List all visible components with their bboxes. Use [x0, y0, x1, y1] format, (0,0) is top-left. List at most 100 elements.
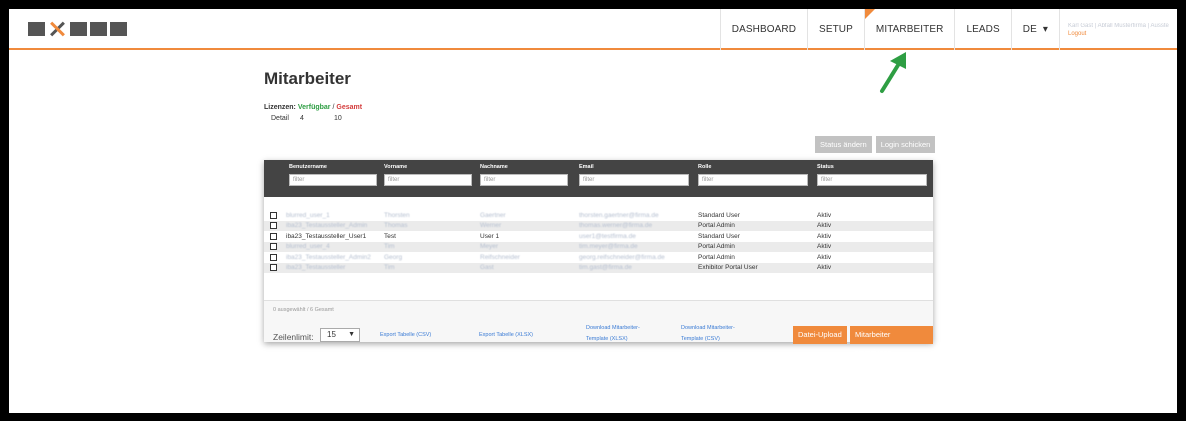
cell-firstname: Georg [384, 254, 403, 261]
table-row[interactable]: iba23_Testaussteller_Admin2 Georg Reifsc… [264, 253, 933, 263]
cell-email: thomas.werner@firma.de [579, 222, 653, 229]
chevron-down-icon: ▾ [1042, 24, 1048, 35]
license-total: 10 [334, 115, 342, 122]
cell-username: iba23_Testaussteller_Admin2 [286, 254, 371, 261]
logo-letter-x [48, 22, 67, 36]
cell-role: Standard User [698, 212, 740, 219]
row-checkbox[interactable] [270, 264, 277, 271]
chevron-down-icon: ▼ [348, 331, 355, 338]
download-template-csv-link[interactable]: Download Mitarbeiter- Template (CSV) [681, 323, 735, 345]
column-header-status[interactable]: Status [817, 164, 834, 170]
column-header-firstname[interactable]: Vorname [384, 164, 407, 170]
page-title: Mitarbeiter [264, 69, 351, 88]
license-type: Detail [271, 115, 289, 122]
cell-lastname: Werner [480, 222, 502, 229]
cell-email: user1@testfirma.de [579, 233, 636, 240]
licenses-total-label: Gesamt [336, 104, 363, 111]
annotation-arrow-icon [880, 52, 906, 93]
selection-info: 0 ausgewählt / 6 Gesamt [273, 307, 334, 313]
cell-lastname: Reifschneider [480, 254, 520, 261]
column-header-email[interactable]: Email [579, 164, 594, 170]
cell-lastname: Gaertner [480, 212, 506, 219]
nav-leads[interactable]: LEADS [954, 9, 1010, 50]
change-status-button[interactable]: Status ändern [815, 136, 872, 153]
file-upload-button[interactable]: Datei-Upload [793, 326, 847, 344]
licenses-available-label: Verfügbar [297, 104, 331, 111]
column-header-role[interactable]: Rolle [698, 164, 711, 170]
filter-firstname[interactable]: filter [384, 174, 472, 186]
row-checkbox[interactable] [270, 212, 277, 219]
cell-role: Portal Admin [698, 243, 735, 250]
licenses-label: Lizenzen: [264, 104, 296, 111]
licenses-separator: / [332, 104, 335, 111]
column-header-username[interactable]: Benutzername [289, 164, 327, 170]
axess-logo[interactable] [28, 22, 127, 36]
action-buttons: Status ändern Login schicken [815, 136, 936, 153]
logo-letter-s1 [90, 22, 107, 36]
app-window: DASHBOARD SETUP MITARBEITER LEADS DE ▾ K… [9, 9, 1177, 413]
nav-dashboard[interactable]: DASHBOARD [719, 9, 807, 50]
filter-username[interactable]: filter [289, 174, 377, 186]
logout-link[interactable]: Logout [1068, 31, 1169, 37]
cell-firstname: Thomas [384, 222, 408, 229]
nav-mitarbeiter[interactable]: MITARBEITER [863, 9, 955, 50]
cell-status: Aktiv [817, 254, 832, 261]
logo-letter-e [70, 22, 87, 36]
row-limit-select[interactable]: 15 ▼ [320, 328, 360, 342]
cell-username: blurred_user_4 [286, 243, 330, 250]
download-template-csv-line1: Download Mitarbeiter- [681, 325, 735, 331]
license-available: 4 [300, 115, 304, 122]
cell-status: Aktiv [817, 222, 832, 229]
cell-firstname: Tim [384, 243, 395, 250]
add-employee-button[interactable]: Mitarbeiter hinzufügen [850, 326, 933, 357]
language-selector[interactable]: DE ▾ [1010, 9, 1059, 50]
row-limit-value: 15 [327, 330, 336, 339]
filter-email[interactable]: filter [579, 174, 689, 186]
table-row[interactable]: iba23_Testaussteller_User1 Test User 1 u… [264, 232, 933, 242]
cell-lastname: Gast [480, 264, 494, 271]
cell-username: blurred_user_1 [286, 212, 330, 219]
nav-setup[interactable]: SETUP [807, 9, 864, 50]
cell-email: thorsten.gaertner@firma.de [579, 212, 659, 219]
cell-firstname: Tim [384, 264, 395, 271]
row-checkbox[interactable] [270, 222, 277, 229]
user-name: Karl Gast | Abfall Musterfirma | Ausstel… [1068, 22, 1169, 29]
filter-lastname[interactable]: filter [480, 174, 568, 186]
cell-email: georg.reifschneider@firma.de [579, 254, 665, 261]
main-nav: DASHBOARD SETUP MITARBEITER LEADS DE ▾ K… [719, 9, 1177, 50]
cell-lastname: User 1 [480, 233, 500, 240]
cell-role: Portal Admin [698, 222, 735, 229]
licenses-header: Lizenzen: Verfügbar / Gesamt [264, 104, 362, 111]
row-checkbox[interactable] [270, 233, 277, 240]
user-menu[interactable]: Karl Gast | Abfall Musterfirma | Ausste l… [1059, 9, 1177, 50]
cell-role: Portal Admin [698, 254, 735, 261]
cell-lastname: Meyer [480, 243, 499, 250]
column-header-lastname[interactable]: Nachname [480, 164, 508, 170]
employee-table: Benutzername filter Vorname filter Nachn… [264, 160, 933, 357]
cell-status: Aktiv [817, 243, 832, 250]
row-checkbox[interactable] [270, 243, 277, 250]
row-limit-label: Zeilenlimit: [273, 332, 314, 342]
license-row: Detail 4 10 [271, 115, 342, 122]
cell-email: tim.gast@firma.de [579, 264, 632, 271]
cell-firstname: Test [384, 233, 396, 240]
table-row[interactable]: blurred_user_4 Tim Meyer tim.meyer@firma… [264, 242, 933, 252]
export-xlsx-link[interactable]: Export Tabelle (XLSX) [479, 330, 533, 341]
cell-username: iba23_Testaussteller [286, 264, 346, 271]
table-row[interactable]: blurred_user_1 Thorsten Gaertner thorste… [264, 211, 933, 221]
cell-status: Aktiv [817, 212, 832, 219]
cell-username: iba23_Testaussteller_User1 [286, 233, 367, 240]
filter-role[interactable]: filter [698, 174, 808, 186]
download-template-csv-line2: Template (CSV) [681, 336, 720, 342]
send-login-button[interactable]: Login schicken [875, 136, 936, 153]
download-template-xlsx-link[interactable]: Download Mitarbeiter- Template (XLSX) [586, 323, 640, 345]
row-checkbox[interactable] [270, 254, 277, 261]
download-template-xlsx-line2: Template (XLSX) [586, 336, 628, 342]
table-row[interactable]: iba23_Testaussteller Tim Gast tim.gast@f… [264, 263, 933, 273]
cell-role: Standard User [698, 233, 740, 240]
table-header: Benutzername filter Vorname filter Nachn… [264, 160, 933, 197]
filter-status[interactable]: filter [817, 174, 927, 186]
export-csv-link[interactable]: Export Tabelle (CSV) [380, 330, 431, 341]
logo-letter-s2 [110, 22, 127, 36]
table-row[interactable]: iba23_Testaussteller_Admin Thomas Werner… [264, 221, 933, 231]
